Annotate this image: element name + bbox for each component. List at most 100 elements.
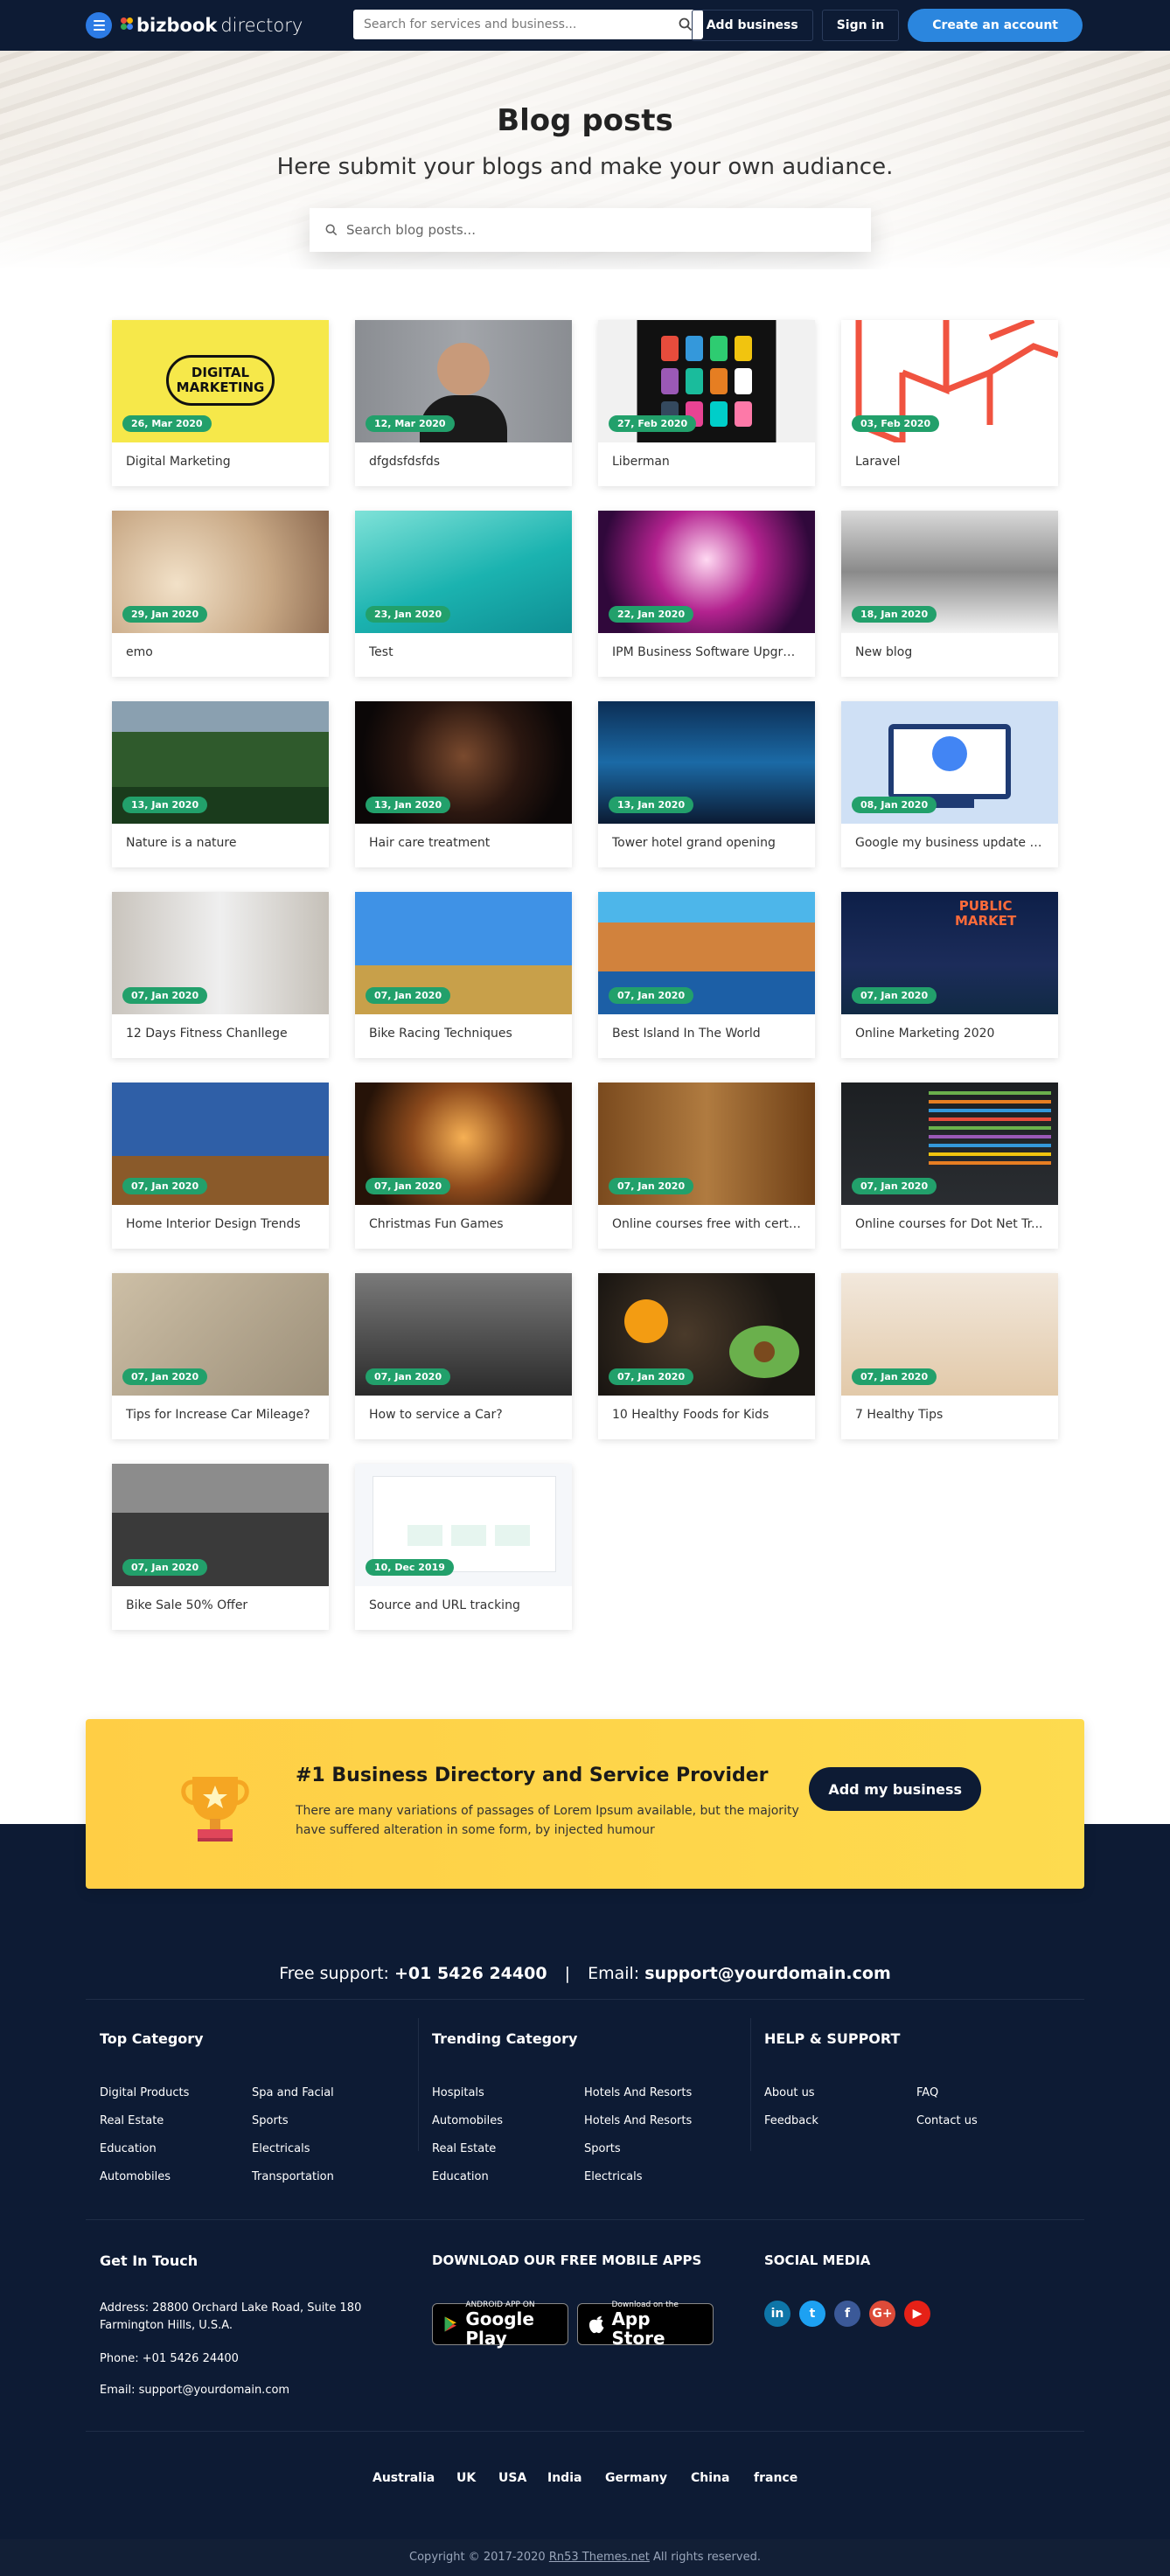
- blog-card[interactable]: 29, Jan 2020 emo: [112, 511, 329, 677]
- blog-card-image[interactable]: 27, Feb 2020: [598, 320, 815, 442]
- blog-card-image[interactable]: 03, Feb 2020: [841, 320, 1058, 442]
- country-link[interactable]: China: [691, 2471, 729, 2485]
- blog-card[interactable]: 07, Jan 2020 Bike Sale 50% Offer: [112, 1464, 329, 1630]
- blog-card[interactable]: 07, Jan 2020 Home Interior Design Trends: [112, 1083, 329, 1249]
- blog-card-image[interactable]: 07, Jan 2020: [112, 892, 329, 1014]
- country-link[interactable]: India: [547, 2471, 582, 2485]
- blog-card-title[interactable]: 10 Healthy Foods for Kids: [598, 1396, 815, 1422]
- google-plus-icon[interactable]: G+: [869, 2301, 895, 2327]
- footer-link[interactable]: Sports: [584, 2142, 621, 2155]
- blog-card[interactable]: 23, Jan 2020 Test: [355, 511, 572, 677]
- blog-card[interactable]: 07, Jan 2020 Bike Racing Techniques: [355, 892, 572, 1058]
- blog-card-title[interactable]: emo: [112, 633, 329, 659]
- blog-card[interactable]: 22, Jan 2020 IPM Business Software Upgra.…: [598, 511, 815, 677]
- footer-link[interactable]: Sports: [252, 2114, 289, 2127]
- blog-card-title[interactable]: Test: [355, 633, 572, 659]
- blog-card[interactable]: 13, Jan 2020 Tower hotel grand opening: [598, 701, 815, 867]
- blog-card-title[interactable]: Tips for Increase Car Mileage?: [112, 1396, 329, 1422]
- country-link[interactable]: UK: [456, 2471, 476, 2485]
- blog-card-image[interactable]: 07, Jan 2020: [355, 1273, 572, 1396]
- footer-link[interactable]: Feedback: [764, 2114, 818, 2127]
- blog-card[interactable]: 08, Jan 2020 Google my business update f.…: [841, 701, 1058, 867]
- search-icon[interactable]: [679, 17, 693, 31]
- footer-link[interactable]: Contact us: [916, 2114, 978, 2127]
- blog-card[interactable]: 07, Jan 2020 Best Island In The World: [598, 892, 815, 1058]
- blog-card[interactable]: 10, Dec 2019 Source and URL tracking: [355, 1464, 572, 1630]
- blog-card-image[interactable]: 07, Jan 2020: [355, 1083, 572, 1205]
- blog-card-image[interactable]: 07, Jan 2020: [598, 1083, 815, 1205]
- blog-card-image[interactable]: 07, Jan 2020: [841, 1083, 1058, 1205]
- sign-in-button[interactable]: Sign in: [821, 10, 900, 41]
- create-account-button[interactable]: Create an account: [908, 9, 1083, 42]
- blog-card[interactable]: 27, Feb 2020 Liberman: [598, 320, 815, 486]
- add-my-business-button[interactable]: Add my business: [809, 1767, 981, 1811]
- blog-card[interactable]: 12, Mar 2020 dfgdsfdsfds: [355, 320, 572, 486]
- blog-card-title[interactable]: Hair care treatment: [355, 824, 572, 850]
- facebook-icon[interactable]: f: [834, 2301, 860, 2327]
- blog-card-image[interactable]: 13, Jan 2020: [112, 701, 329, 824]
- logo[interactable]: bizbook directory: [121, 15, 303, 36]
- blog-card-title[interactable]: Laravel: [841, 442, 1058, 469]
- blog-card-image[interactable]: 22, Jan 2020: [598, 511, 815, 633]
- nav-search-input[interactable]: [364, 17, 679, 31]
- blog-card-title[interactable]: 7 Healthy Tips: [841, 1396, 1058, 1422]
- footer-link[interactable]: Hotels And Resorts: [584, 2114, 692, 2127]
- blog-card-title[interactable]: How to service a Car?: [355, 1396, 572, 1422]
- footer-link[interactable]: Education: [432, 2170, 489, 2183]
- blog-card[interactable]: 07, Jan 2020 How to service a Car?: [355, 1273, 572, 1439]
- blog-card[interactable]: 18, Jan 2020 New blog: [841, 511, 1058, 677]
- footer-link[interactable]: About us: [764, 2086, 815, 2099]
- blog-card-title[interactable]: 12 Days Fitness Chanllege: [112, 1014, 329, 1041]
- blog-card-title[interactable]: IPM Business Software Upgra...: [598, 633, 815, 659]
- blog-card-image[interactable]: 29, Jan 2020: [112, 511, 329, 633]
- blog-card-title[interactable]: Tower hotel grand opening: [598, 824, 815, 850]
- footer-link[interactable]: Automobiles: [100, 2170, 171, 2183]
- blog-card[interactable]: 13, Jan 2020 Nature is a nature: [112, 701, 329, 867]
- footer-link[interactable]: Electricals: [584, 2170, 643, 2183]
- blog-card-title[interactable]: Source and URL tracking: [355, 1586, 572, 1612]
- add-business-button[interactable]: Add business: [691, 10, 813, 41]
- blog-card-title[interactable]: Home Interior Design Trends: [112, 1205, 329, 1231]
- blog-card-title[interactable]: Christmas Fun Games: [355, 1205, 572, 1231]
- blog-card-title[interactable]: Online courses free with certi...: [598, 1205, 815, 1231]
- blog-card-title[interactable]: Bike Racing Techniques: [355, 1014, 572, 1041]
- contact-email[interactable]: Email: support@yourdomain.com: [100, 2384, 289, 2397]
- blog-card-title[interactable]: Digital Marketing: [112, 442, 329, 469]
- blog-card-title[interactable]: Bike Sale 50% Offer: [112, 1586, 329, 1612]
- blog-card-image[interactable]: 08, Jan 2020: [841, 701, 1058, 824]
- blog-card-image[interactable]: 13, Jan 2020: [355, 701, 572, 824]
- google-play-button[interactable]: ANDROID APP ON Google Play: [432, 2301, 568, 2348]
- footer-link[interactable]: Real Estate: [100, 2114, 164, 2127]
- contact-phone[interactable]: Phone: +01 5426 24400: [100, 2352, 239, 2365]
- linkedin-icon[interactable]: in: [764, 2301, 790, 2327]
- country-link[interactable]: Germany: [605, 2471, 667, 2485]
- copyright-link[interactable]: Rn53 Themes.net: [549, 2551, 650, 2564]
- footer-link[interactable]: Education: [100, 2142, 157, 2155]
- support-phone[interactable]: +01 5426 24400: [394, 1964, 547, 1983]
- blog-card[interactable]: 07, Jan 2020 Online courses free with cer…: [598, 1083, 815, 1249]
- blog-card[interactable]: 07, Jan 2020 10 Healthy Foods for Kids: [598, 1273, 815, 1439]
- blog-card[interactable]: 07, Jan 2020 Christmas Fun Games: [355, 1083, 572, 1249]
- blog-card-image[interactable]: 10, Dec 2019: [355, 1464, 572, 1586]
- blog-card[interactable]: 03, Feb 2020 Laravel: [841, 320, 1058, 486]
- blog-card-title[interactable]: New blog: [841, 633, 1058, 659]
- blog-card-title[interactable]: Online Marketing 2020: [841, 1014, 1058, 1041]
- blog-card[interactable]: PUBLIC MARKET 07, Jan 2020 Online Marketing…: [841, 892, 1058, 1058]
- blog-card-image[interactable]: DIGITAL MARKETING 26, Mar 2020: [112, 320, 329, 442]
- blog-card-title[interactable]: Best Island In The World: [598, 1014, 815, 1041]
- blog-card-title[interactable]: Online courses for Dot Net Tr...: [841, 1205, 1058, 1231]
- blog-card-image[interactable]: 07, Jan 2020: [112, 1273, 329, 1396]
- blog-card[interactable]: DIGITAL MARKETING 26, Mar 2020 Digital Mark…: [112, 320, 329, 486]
- support-email[interactable]: support@yourdomain.com: [644, 1964, 891, 1983]
- blog-card[interactable]: 13, Jan 2020 Hair care treatment: [355, 701, 572, 867]
- country-link[interactable]: france: [754, 2471, 797, 2485]
- blog-card-image[interactable]: 07, Jan 2020: [598, 892, 815, 1014]
- blog-card[interactable]: 07, Jan 2020 7 Healthy Tips: [841, 1273, 1058, 1439]
- footer-link[interactable]: Transportation: [252, 2170, 334, 2183]
- blog-card-image[interactable]: 07, Jan 2020: [841, 1273, 1058, 1396]
- country-link[interactable]: Australia: [373, 2471, 435, 2485]
- blog-card-image[interactable]: 07, Jan 2020: [355, 892, 572, 1014]
- footer-link[interactable]: Real Estate: [432, 2142, 496, 2155]
- blog-search-input[interactable]: [346, 222, 855, 238]
- blog-card-image[interactable]: 13, Jan 2020: [598, 701, 815, 824]
